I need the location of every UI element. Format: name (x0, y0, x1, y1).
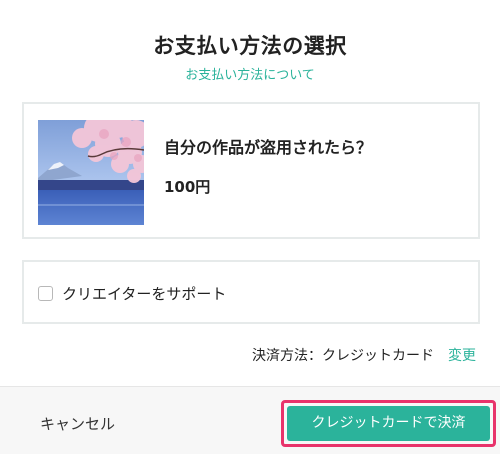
payment-info-link[interactable]: お支払い方法について (0, 64, 500, 83)
cancel-button[interactable]: キャンセル (40, 413, 115, 434)
payment-method-dialog: お支払い方法の選択 お支払い方法について 自分の作品が盗用されたら？ 100円 … (0, 0, 500, 454)
pay-button-highlight: クレジットカードで決済 (281, 400, 496, 447)
product-price: 100円 (164, 178, 211, 196)
dialog-title: お支払い方法の選択 (153, 34, 347, 58)
support-checkbox[interactable] (38, 286, 53, 301)
support-creator-option[interactable]: クリエイターをサポート (22, 260, 480, 324)
payment-method-text: 決済方法：クレジットカード (252, 348, 434, 364)
product-title: 自分の作品が盗用されたら？ (164, 138, 373, 157)
support-label: クリエイターをサポート (62, 285, 227, 303)
dialog-footer: キャンセル クレジットカードで決済 (0, 386, 500, 454)
product-thumbnail (38, 120, 144, 225)
product-card: 自分の作品が盗用されたら？ 100円 (22, 102, 480, 239)
pay-with-credit-card-button[interactable]: クレジットカードで決済 (287, 406, 490, 441)
payment-method-row: 決済方法：クレジットカード 変更 (252, 345, 476, 365)
change-payment-link[interactable]: 変更 (448, 348, 476, 364)
